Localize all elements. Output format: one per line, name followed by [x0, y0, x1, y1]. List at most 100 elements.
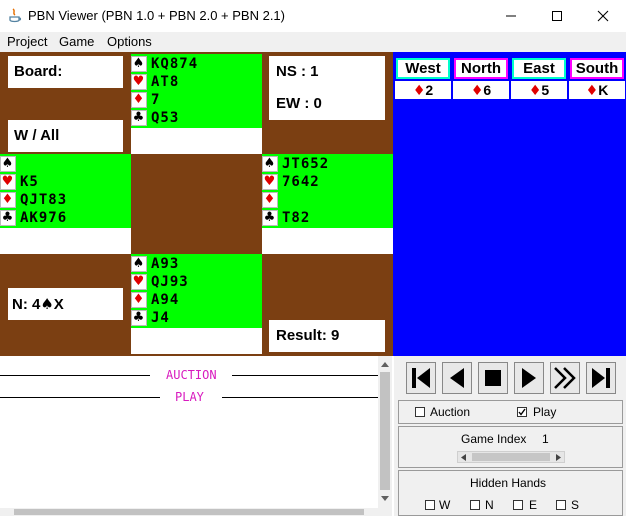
- auction-checkbox[interactable]: [415, 407, 425, 417]
- south-hearts: ♥ QJ93: [131, 273, 262, 291]
- trick-card-west: ♦2: [395, 81, 451, 99]
- diamond-icon: ♦: [585, 83, 599, 99]
- north-spades-cards: KQ874: [151, 56, 199, 72]
- east-clubs-cards: T82: [282, 210, 311, 226]
- west-diamonds-cards: QJT83: [20, 192, 68, 208]
- text-area-vertical-scrollbar[interactable]: [378, 356, 392, 508]
- south-diamonds-cards: A94: [151, 292, 180, 308]
- game-index-slider[interactable]: [457, 451, 565, 463]
- trick-player-west: West: [396, 58, 450, 79]
- contract-label: N: 4♠X: [12, 295, 64, 313]
- spade-icon: ♠: [262, 156, 278, 172]
- previous-button[interactable]: [442, 362, 472, 394]
- title-bar: PBN Viewer (PBN 1.0 + PBN 2.0 + PBN 2.1): [0, 0, 626, 32]
- north-hearts: ♥ AT8: [131, 73, 262, 91]
- contract-level: N: 4: [12, 296, 41, 313]
- stop-icon: [485, 370, 501, 386]
- club-icon: ♣: [131, 310, 147, 326]
- game-index-label: Game Index: [461, 432, 527, 446]
- auction-separator-right: [232, 375, 378, 376]
- south-spades: ♠ A93: [131, 255, 262, 273]
- play-checkbox[interactable]: [517, 407, 527, 417]
- trick-card-east: ♦5: [511, 81, 567, 99]
- west-hand: ♠ ♥ K5 ♦ QJT83 ♣ AK976: [0, 154, 131, 228]
- ns-score: NS : 1: [276, 63, 319, 80]
- hide-north-checkbox[interactable]: [470, 500, 480, 510]
- north-diamonds: ♦ 7: [131, 91, 262, 109]
- west-hearts-cards: K5: [20, 174, 39, 190]
- club-icon: ♣: [0, 210, 16, 226]
- heart-icon: ♥: [131, 74, 147, 90]
- west-hearts: ♥ K5: [0, 173, 131, 191]
- close-button[interactable]: [580, 0, 626, 32]
- spade-icon: ♠: [131, 256, 147, 272]
- diamond-icon: ♦: [131, 92, 147, 108]
- hidden-hands-label: Hidden Hands: [470, 476, 547, 490]
- java-app-icon: [9, 8, 22, 23]
- trick-card-north: ♦6: [453, 81, 509, 99]
- minimize-button[interactable]: [488, 0, 534, 32]
- east-clubs: ♣ T82: [262, 209, 393, 227]
- maximize-icon: [552, 11, 562, 21]
- contract-box: N: 4♠X: [8, 288, 123, 320]
- menu-options[interactable]: Options: [107, 34, 152, 49]
- play-separator-right: [222, 397, 378, 398]
- south-hand: ♠ A93 ♥ QJ93 ♦ A94 ♣ J4: [131, 254, 262, 328]
- trick-card-south-rank: K: [598, 82, 609, 98]
- diamond-icon: ♦: [412, 83, 426, 99]
- auction-caption: AUCTION: [166, 368, 217, 382]
- maximize-button[interactable]: [534, 0, 580, 32]
- scroll-down-icon[interactable]: [381, 496, 389, 502]
- game-index-slider-thumb[interactable]: [472, 453, 550, 461]
- menu-game[interactable]: Game: [59, 34, 94, 49]
- club-icon: ♣: [131, 110, 147, 126]
- east-spades-cards: JT652: [282, 156, 330, 172]
- menu-project[interactable]: Project: [7, 34, 47, 49]
- hide-east-label: E: [529, 498, 538, 512]
- game-index-panel: Game Index 1: [398, 426, 623, 468]
- heart-icon: ♥: [131, 274, 147, 290]
- auction-play-text-area[interactable]: AUCTION PLAY: [0, 356, 378, 508]
- chevron-right-icon[interactable]: [556, 454, 561, 461]
- checkmark-icon: [518, 408, 526, 416]
- west-clubs-cards: AK976: [20, 210, 68, 226]
- north-diamonds-cards: 7: [151, 92, 161, 108]
- hide-west-checkbox[interactable]: [425, 500, 435, 510]
- west-diamonds: ♦ QJT83: [0, 191, 131, 209]
- trick-card-south: ♦K: [569, 81, 625, 99]
- scroll-up-icon[interactable]: [381, 361, 389, 367]
- diamond-icon: ♦: [131, 292, 147, 308]
- play-separator-left: [0, 397, 160, 398]
- next-button[interactable]: [514, 362, 544, 394]
- stop-button[interactable]: [478, 362, 508, 394]
- result-box: Result: 9: [269, 320, 385, 352]
- skip-to-end-icon: [592, 368, 610, 388]
- trick-card-north-rank: 6: [483, 82, 492, 98]
- control-panel: Auction Play Game Index 1 Hidden Hands W…: [394, 356, 626, 516]
- south-spades-cards: A93: [151, 256, 180, 272]
- west-clubs: ♣ AK976: [0, 209, 131, 227]
- spade-icon: ♠: [40, 295, 54, 313]
- first-button[interactable]: [406, 362, 436, 394]
- north-hearts-cards: AT8: [151, 74, 180, 90]
- hide-west-label: W: [439, 498, 451, 512]
- last-button[interactable]: [586, 362, 616, 394]
- hide-east-checkbox[interactable]: [513, 500, 523, 510]
- play-caption: PLAY: [175, 390, 204, 404]
- east-hearts-cards: 7642: [282, 174, 320, 190]
- fast-forward-button[interactable]: [550, 362, 580, 394]
- chevron-left-icon[interactable]: [461, 454, 466, 461]
- diamond-icon: ♦: [528, 83, 542, 99]
- mode-panel: Auction Play: [398, 400, 623, 424]
- play-checkbox-label: Play: [533, 405, 557, 419]
- minimize-icon: [506, 15, 516, 17]
- south-hearts-cards: QJ93: [151, 274, 189, 290]
- text-area-horizontal-scrollbar[interactable]: [0, 508, 392, 516]
- auction-checkbox-label: Auction: [430, 405, 471, 419]
- game-index-value: 1: [542, 432, 549, 446]
- vertical-scroll-thumb[interactable]: [380, 372, 390, 490]
- east-diamonds: ♦: [262, 191, 393, 209]
- club-icon: ♣: [262, 210, 278, 226]
- hide-south-checkbox[interactable]: [556, 500, 566, 510]
- horizontal-scroll-thumb[interactable]: [14, 509, 364, 515]
